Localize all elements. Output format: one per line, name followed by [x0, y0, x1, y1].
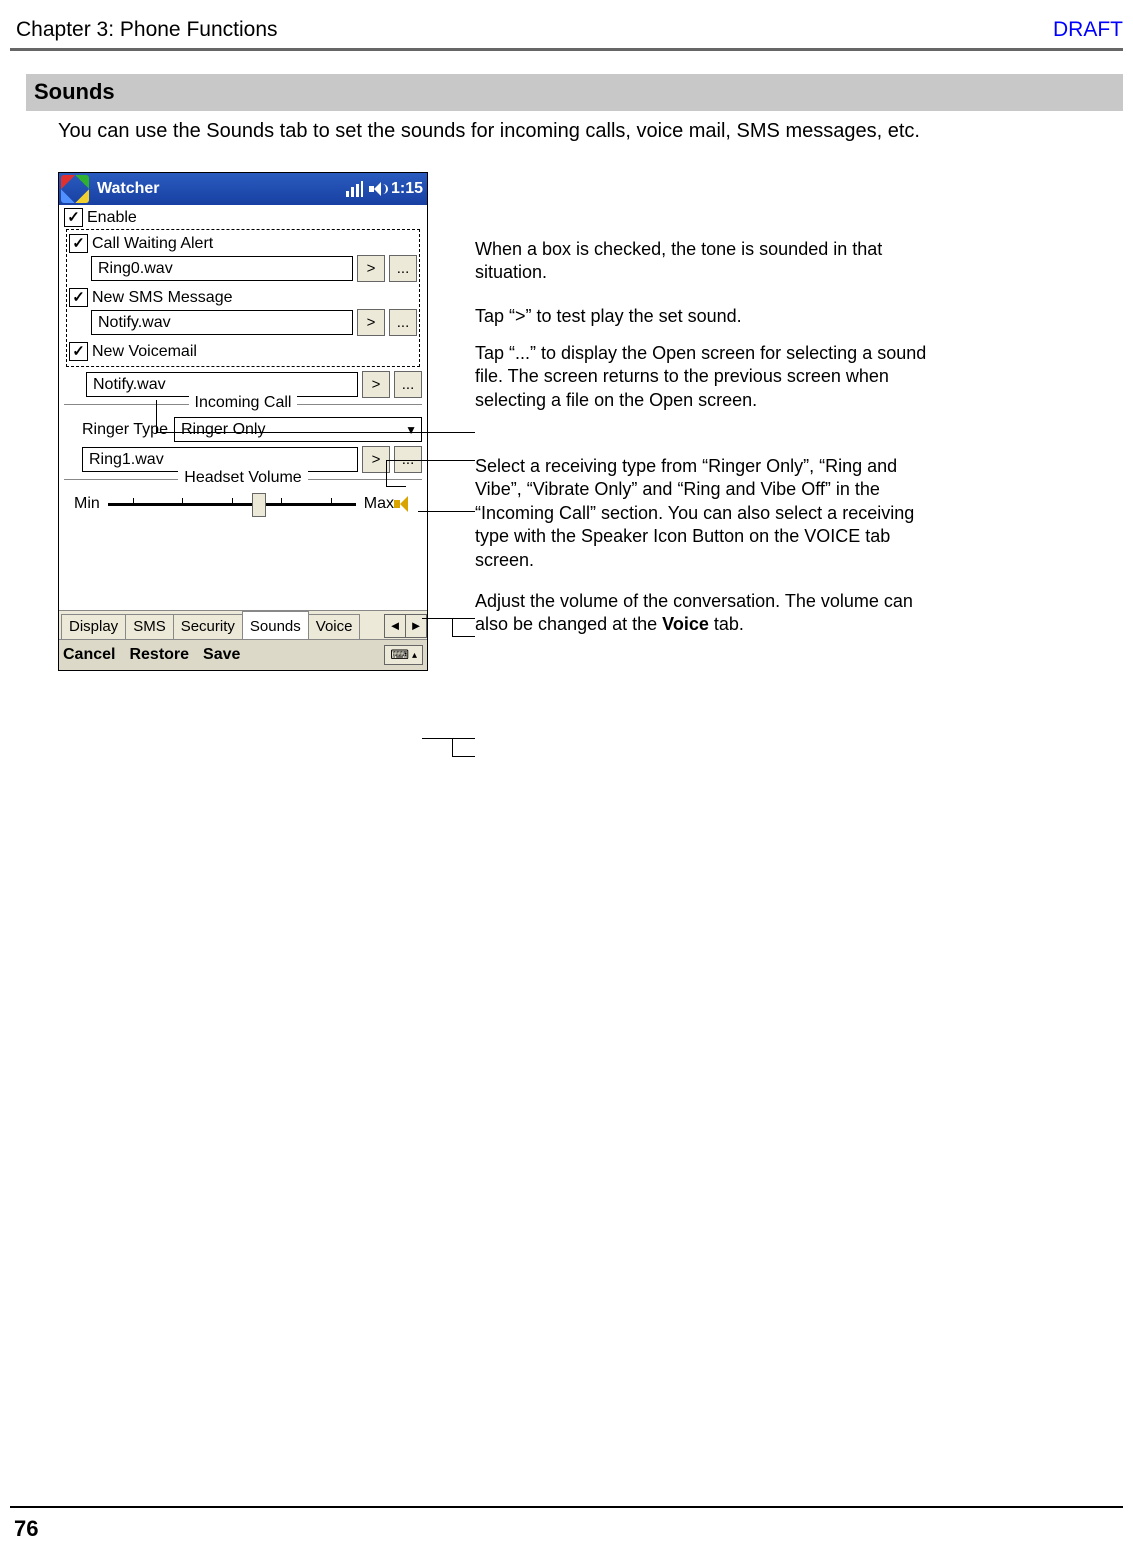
leader-line — [386, 460, 387, 486]
sms-sound-value: Notify.wav — [98, 314, 171, 332]
leader-line — [452, 636, 475, 637]
save-button[interactable]: Save — [203, 646, 240, 664]
voicemail-checkbox[interactable]: ✓ — [69, 342, 88, 361]
tab-bar: Display SMS Security Sounds Voice ◄ ► — [59, 610, 427, 640]
clock-time[interactable]: 1:15 — [391, 180, 423, 198]
volume-icon[interactable] — [369, 181, 385, 197]
play-button[interactable]: > — [357, 255, 385, 282]
speaker-icon — [394, 494, 416, 514]
keyboard-button[interactable]: ⌨ ▴ — [384, 645, 423, 665]
callout-ringer-type: Select a receiving type from “Ringer Onl… — [475, 455, 935, 572]
tab-display[interactable]: Display — [61, 614, 126, 640]
leader-line — [386, 486, 406, 487]
slider-handle[interactable] — [252, 493, 266, 517]
tab-scroll-left[interactable]: ◄ — [384, 614, 406, 638]
callout-play: Tap “>” to test play the set sound. — [475, 305, 742, 328]
browse-button[interactable]: ... — [394, 371, 422, 398]
sms-sound-field[interactable]: Notify.wav — [91, 310, 353, 335]
start-icon[interactable] — [61, 175, 89, 203]
chapter-title: Chapter 3: Phone Functions — [16, 18, 278, 42]
call-waiting-label: Call Waiting Alert — [92, 235, 417, 253]
leader-line — [452, 618, 453, 636]
leader-line — [452, 756, 475, 757]
voicemail-sound-value: Notify.wav — [93, 376, 166, 394]
callout-volume-text-2: tab. — [709, 614, 744, 634]
incoming-call-label: Incoming Call — [189, 394, 298, 411]
browse-button[interactable]: ... — [389, 309, 417, 336]
device-screenshot: Watcher 1:15 ✓ Enable ✓ Call Waiting Ale… — [58, 172, 428, 671]
titlebar: Watcher 1:15 — [59, 173, 427, 205]
ringer-type-value: Ringer Only — [181, 421, 265, 439]
tab-sms[interactable]: SMS — [125, 614, 174, 640]
voicemail-label: New Voicemail — [92, 343, 417, 361]
cancel-button[interactable]: Cancel — [63, 646, 115, 664]
app-title: Watcher — [97, 180, 346, 198]
intro-text: You can use the Sounds tab to set the so… — [58, 118, 1113, 145]
restore-button[interactable]: Restore — [129, 646, 189, 664]
tab-security[interactable]: Security — [173, 614, 243, 640]
callout-volume: Adjust the volume of the conversation. T… — [475, 590, 935, 637]
enable-label: Enable — [87, 209, 137, 227]
sms-checkbox[interactable]: ✓ — [69, 288, 88, 307]
leader-line — [422, 738, 475, 739]
footer-rule — [10, 1506, 1123, 1508]
leader-line — [418, 511, 475, 512]
play-button[interactable]: > — [362, 371, 390, 398]
chevron-down-icon: ▼ — [405, 423, 417, 437]
tab-voice[interactable]: Voice — [308, 614, 361, 640]
section-title: Sounds — [26, 74, 1123, 111]
leader-line — [422, 618, 475, 619]
signal-icon — [346, 181, 363, 197]
callout-volume-bold: Voice — [662, 614, 709, 634]
incoming-call-section: Incoming Call — [64, 404, 422, 423]
call-waiting-checkbox[interactable]: ✓ — [69, 234, 88, 253]
callout-checkbox: When a box is checked, the tone is sound… — [475, 238, 935, 285]
page-number: 76 — [14, 1516, 38, 1542]
draft-label: DRAFT — [1053, 18, 1123, 42]
menu-bar: Cancel Restore Save ⌨ ▴ — [59, 639, 427, 670]
leader-line — [156, 432, 475, 433]
leader-line — [156, 400, 157, 432]
sound-items-group: ✓ Call Waiting Alert Ring0.wav > ... ✓ N… — [66, 229, 420, 367]
tab-sounds[interactable]: Sounds — [242, 611, 309, 640]
leader-line — [386, 460, 475, 461]
callout-browse: Tap “...” to display the Open screen for… — [475, 342, 935, 412]
headset-volume-label: Headset Volume — [178, 469, 307, 486]
leader-line — [452, 738, 453, 756]
call-waiting-sound-value: Ring0.wav — [98, 260, 173, 278]
browse-button[interactable]: ... — [389, 255, 417, 282]
play-button[interactable]: > — [357, 309, 385, 336]
ring-sound-value: Ring1.wav — [89, 451, 164, 469]
sms-label: New SMS Message — [92, 289, 417, 307]
volume-slider[interactable] — [108, 492, 356, 516]
header-rule — [10, 48, 1123, 51]
call-waiting-sound-field[interactable]: Ring0.wav — [91, 256, 353, 281]
enable-checkbox[interactable]: ✓ — [64, 208, 83, 227]
